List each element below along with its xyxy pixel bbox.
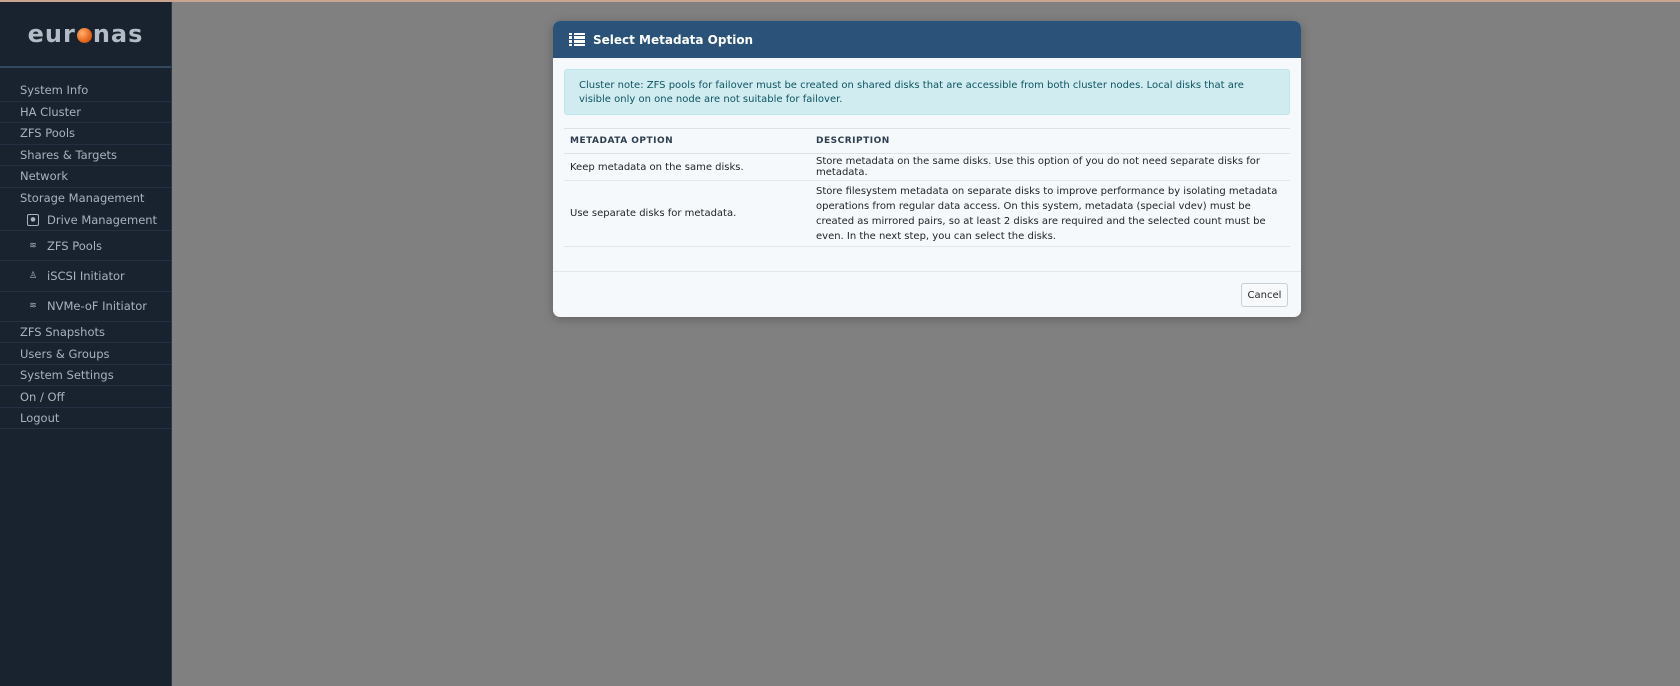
option-row-separate-disks[interactable]: Use separate disks for metadata. Store f… [564,180,1290,247]
metadata-options-table: METADATA OPTION DESCRIPTION Keep metadat… [564,128,1290,247]
sidebar-item-system-info[interactable]: System Info [0,80,171,102]
dialog-title: Select Metadata Option [593,32,754,47]
sidebar-subitem-zfs-pools[interactable]: ≋ ZFS Pools [0,231,171,262]
sidebar: eur nas System Info HA Cluster ZFS Pools … [0,2,172,686]
logo-text-right: nas [92,20,144,48]
sidebar-item-users-groups[interactable]: Users & Groups [0,343,171,365]
option-row-same-disks[interactable]: Keep metadata on the same disks. Store m… [564,153,1290,181]
sidebar-item-zfs-snapshots[interactable]: ZFS Snapshots [0,322,171,344]
drive-icon: ● [27,213,39,226]
option-name: Keep metadata on the same disks. [564,153,810,181]
logo-text: eur nas [28,20,144,48]
logo-text-left: eur [27,20,76,48]
option-description: Store filesystem metadata on separate di… [810,180,1290,247]
sidebar-item-storage-management[interactable]: Storage Management [0,188,171,210]
layers-icon: ≋ [29,240,37,251]
dialog-footer: Cancel [553,271,1301,317]
sidebar-subitem-label: iSCSI Initiator [47,268,125,283]
sidebar-nav: System Info HA Cluster ZFS Pools Shares … [0,68,171,430]
option-description: Store metadata on the same disks. Use th… [810,153,1290,181]
sidebar-subitem-nvmeof-initiator[interactable]: ≋ NVMe-oF Initiator [0,292,171,322]
option-name: Use separate disks for metadata. [564,180,810,247]
sidebar-item-on-off[interactable]: On / Off [0,386,171,408]
sidebar-item-zfs-pools[interactable]: ZFS Pools [0,123,171,145]
sidebar-item-network[interactable]: Network [0,166,171,188]
sidebar-item-logout[interactable]: Logout [0,408,171,430]
logo-orb-icon [76,27,92,43]
person-icon: ♙ [28,270,38,281]
cancel-button[interactable]: Cancel [1241,283,1288,307]
metadata-option-dialog: Select Metadata Option Cluster note: ZFS… [553,21,1301,317]
sidebar-subitem-label: ZFS Pools [47,238,103,253]
column-header-description: DESCRIPTION [810,128,1290,154]
sidebar-item-ha-cluster[interactable]: HA Cluster [0,102,171,123]
top-accent-line [0,0,1680,2]
sidebar-item-system-settings[interactable]: System Settings [0,365,171,387]
layers-icon: ≋ [29,301,37,312]
sidebar-subitem-drive-management[interactable]: ● Drive Management [0,209,171,231]
sidebar-subitem-label: Drive Management [47,212,158,227]
list-icon [569,32,585,47]
sidebar-item-shares-targets[interactable]: Shares & Targets [0,145,171,166]
column-header-metadata-option: METADATA OPTION [564,128,810,154]
dialog-header: Select Metadata Option [553,21,1301,58]
sidebar-subitem-iscsi-initiator[interactable]: ♙ iSCSI Initiator [0,261,171,292]
sidebar-subitem-label: NVMe-oF Initiator [47,299,148,314]
logo[interactable]: eur nas [0,2,171,68]
cluster-note-alert: Cluster note: ZFS pools for failover mus… [564,69,1290,115]
